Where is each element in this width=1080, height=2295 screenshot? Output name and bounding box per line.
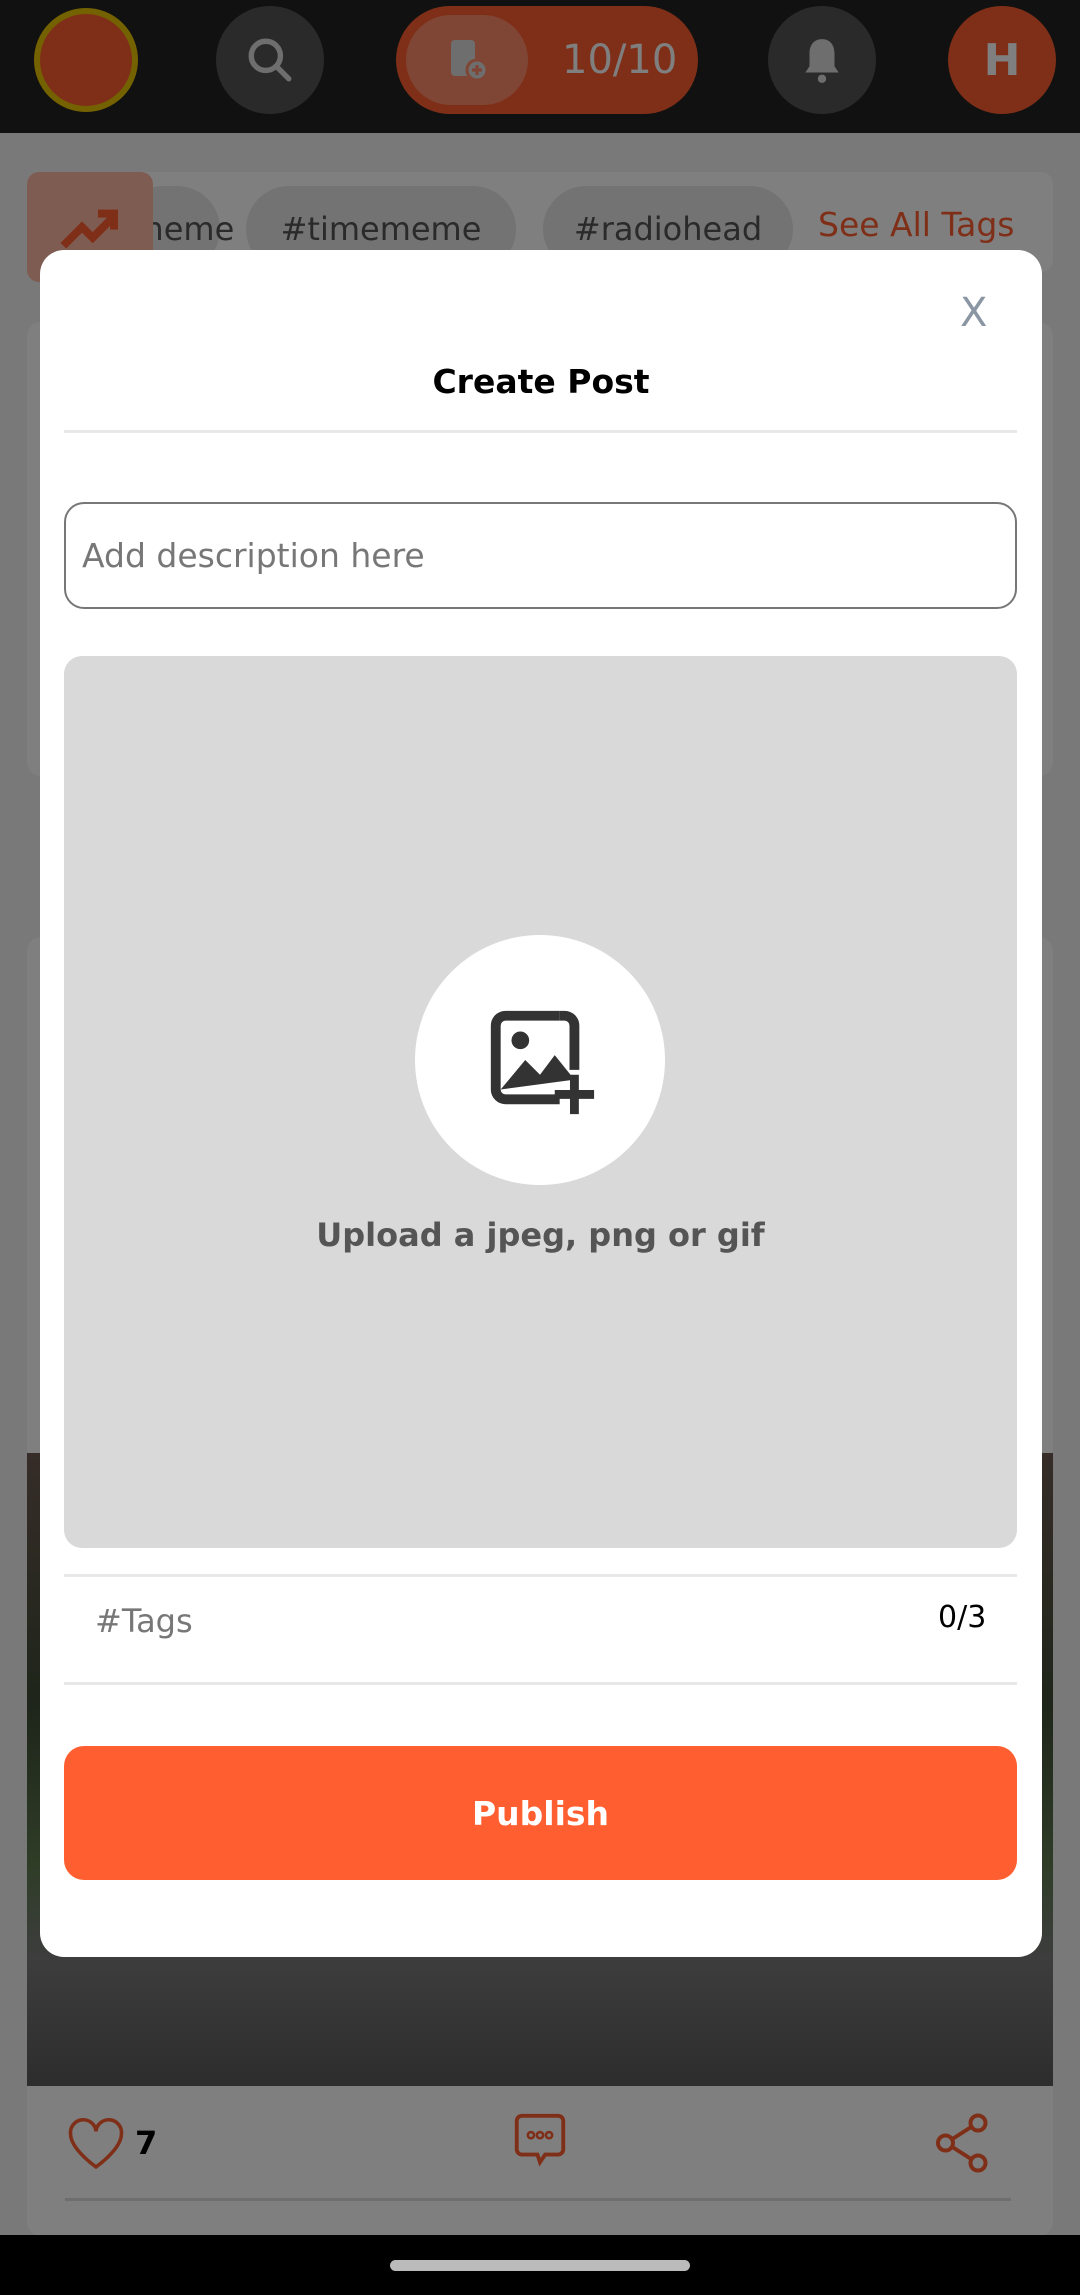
image-upload-area[interactable]: Upload a jpeg, png or gif xyxy=(64,656,1017,1548)
divider xyxy=(64,430,1017,433)
tags-count: 0/3 xyxy=(938,1600,987,1635)
dialog-title: Create Post xyxy=(432,362,650,401)
add-photo-icon xyxy=(490,1010,595,1115)
upload-hint: Upload a jpeg, png or gif xyxy=(316,1216,765,1254)
create-post-dialog: X Create Post Upload a jpeg, png or gif … xyxy=(40,250,1042,1957)
home-gesture-handle[interactable] xyxy=(390,2260,690,2271)
tags-input[interactable]: #Tags xyxy=(95,1602,193,1640)
publish-button[interactable]: Publish xyxy=(64,1746,1017,1880)
description-input[interactable] xyxy=(64,502,1017,609)
divider xyxy=(64,1574,1017,1577)
divider xyxy=(64,1682,1017,1685)
close-button[interactable]: X xyxy=(960,290,987,336)
add-image-button[interactable] xyxy=(415,935,665,1185)
